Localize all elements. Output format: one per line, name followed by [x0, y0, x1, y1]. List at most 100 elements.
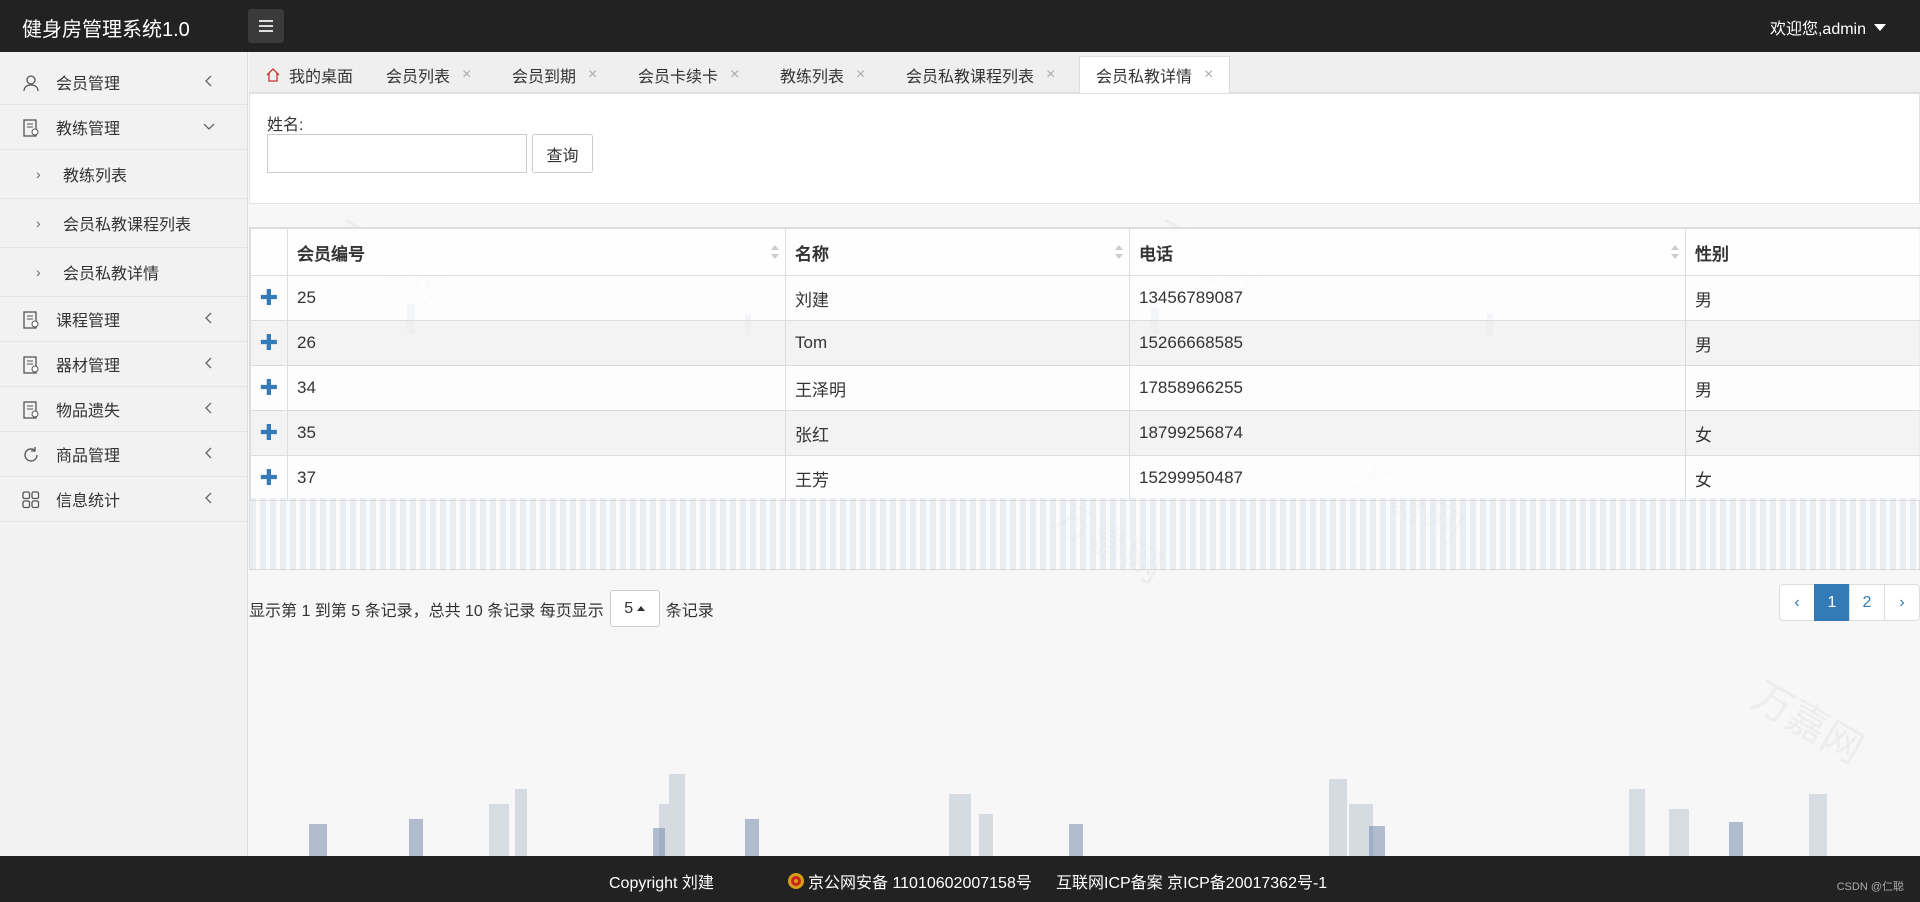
svg-text:万嘉网: 万嘉网	[1745, 674, 1871, 772]
tab-coach-list[interactable]: 教练列表 ×	[780, 56, 865, 93]
sidebar-subitem-private-course-list[interactable]: › 会员私教课程列表	[0, 199, 247, 248]
sidebar-item-coach[interactable]: 教练管理	[0, 105, 247, 150]
tab-label: 会员到期	[512, 68, 577, 86]
footer: Copyright 刘建 京公网安备 11010602007158号 互联网IC…	[0, 856, 1920, 902]
close-icon[interactable]: ×	[730, 66, 739, 84]
name-search-input[interactable]	[267, 134, 527, 173]
csdn-watermark: CSDN @仁聪	[1836, 881, 1904, 893]
expand-plus-icon[interactable]: ✚	[250, 275, 288, 321]
expand-plus-icon[interactable]: ✚	[250, 320, 288, 366]
table-row: ✚ 34 王泽明 17858966255 男	[250, 365, 1920, 411]
sort-icon	[771, 245, 779, 259]
police-record-text: 京公网安备 11010602007158号	[808, 875, 1032, 892]
table-row: ✚ 35 张红 18799256874 女	[250, 410, 1920, 456]
close-icon[interactable]: ×	[588, 66, 597, 84]
sidebar-item-goods[interactable]: 商品管理	[0, 432, 247, 477]
menu-toggle-button[interactable]	[248, 9, 284, 43]
document-icon	[23, 401, 39, 419]
cell-gender: 男	[1685, 275, 1920, 321]
tab-card-renew[interactable]: 会员卡续卡 ×	[638, 56, 739, 93]
sort-icon	[1115, 245, 1123, 259]
tab-member-expire[interactable]: 会员到期 ×	[512, 56, 597, 93]
search-button[interactable]: 查询	[532, 134, 593, 173]
tab-label: 我的桌面	[289, 68, 354, 86]
next-page-button[interactable]: ›	[1884, 584, 1920, 621]
sidebar-item-label: 教练管理	[56, 121, 121, 138]
sidebar-item-label: 物品遗失	[56, 403, 121, 420]
cell-gender: 女	[1685, 410, 1920, 456]
member-table: 会员编号 名称 电话 性别 ✚ 25 刘建 13456789087 男 ✚ 26…	[250, 228, 1920, 501]
user-icon	[23, 75, 39, 92]
sidebar-item-equipment[interactable]: 器材管理	[0, 342, 247, 387]
expand-plus-icon[interactable]: ✚	[250, 410, 288, 456]
tab-desktop[interactable]: 我的桌面	[265, 56, 353, 93]
tab-private-detail[interactable]: 会员私教详情 ×	[1079, 56, 1231, 93]
expand-plus-icon[interactable]: ✚	[250, 365, 288, 411]
document-icon	[23, 119, 39, 137]
column-header-phone[interactable]: 电话	[1129, 228, 1686, 276]
document-icon	[23, 311, 39, 329]
cell-name: 王泽明	[785, 365, 1130, 411]
cell-phone: 15266668585	[1129, 320, 1686, 366]
copyright-text: Copyright 刘建	[609, 875, 714, 892]
close-icon[interactable]: ×	[462, 66, 471, 84]
chevron-left-icon	[205, 447, 212, 459]
cell-phone: 18799256874	[1129, 410, 1686, 456]
top-bar: 健身房管理系统1.0 欢迎您,admin	[0, 0, 1920, 52]
chevron-right-icon: ›	[36, 215, 41, 231]
cell-name: 刘建	[785, 275, 1130, 321]
sidebar-item-statistics[interactable]: 信息统计	[0, 477, 247, 522]
column-header-name[interactable]: 名称	[785, 228, 1130, 276]
chevron-left-icon	[205, 357, 212, 369]
sidebar-item-member[interactable]: 会员管理	[0, 60, 247, 105]
sidebar-item-course[interactable]: 课程管理	[0, 297, 247, 342]
sidebar-item-label: 商品管理	[56, 448, 121, 465]
sidebar-subitem-label: 会员私教课程列表	[63, 217, 192, 234]
cell-name: Tom	[785, 320, 1130, 366]
caret-up-icon	[637, 606, 646, 611]
tab-label: 会员列表	[386, 68, 451, 86]
sidebar-item-label: 信息统计	[56, 493, 121, 510]
document-icon	[23, 356, 39, 374]
caret-down-icon	[1874, 23, 1886, 31]
cell-phone: 13456789087	[1129, 275, 1686, 321]
table-header-row: 会员编号 名称 电话 性别	[250, 228, 1920, 276]
chevron-left-icon	[205, 402, 212, 414]
table-row: ✚ 25 刘建 13456789087 男	[250, 275, 1920, 321]
search-label: 姓名:	[267, 117, 304, 134]
table-bottom-decoration	[250, 498, 1919, 570]
chevron-left-icon	[205, 75, 212, 87]
sidebar-item-lost-items[interactable]: 物品遗失	[0, 387, 247, 432]
page-button-2[interactable]: 2	[1849, 584, 1885, 621]
member-table-container: 会员编号 名称 电话 性别 ✚ 25 刘建 13456789087 男 ✚ 26…	[249, 227, 1920, 570]
chevron-left-icon	[205, 492, 212, 504]
police-record[interactable]: 京公网安备 11010602007158号	[786, 869, 1032, 893]
icp-record[interactable]: 互联网ICP备案 京ICP备20017362号-1	[1056, 869, 1327, 893]
page-size-dropdown[interactable]: 5	[609, 590, 660, 627]
sidebar-subitem-coach-list[interactable]: › 教练列表	[0, 150, 247, 199]
sort-icon	[1671, 245, 1679, 259]
expand-plus-icon[interactable]: ✚	[250, 455, 288, 501]
refresh-icon	[24, 447, 38, 462]
column-header-member-id[interactable]: 会员编号	[287, 228, 786, 276]
column-header-gender[interactable]: 性别	[1685, 228, 1920, 276]
sidebar-subitem-label: 教练列表	[63, 168, 128, 185]
tab-member-list[interactable]: 会员列表 ×	[386, 56, 471, 93]
cell-member-id: 25	[287, 275, 786, 321]
tab-private-course-list[interactable]: 会员私教课程列表 ×	[906, 56, 1055, 93]
cell-phone: 17858966255	[1129, 365, 1686, 411]
chevron-down-icon	[203, 123, 215, 130]
cell-member-id: 34	[287, 365, 786, 411]
sidebar-subitem-private-detail[interactable]: › 会员私教详情	[0, 248, 247, 297]
page-button-1[interactable]: 1	[1814, 584, 1850, 621]
pagination-info-text: 显示第 1 到第 5 条记录，总共 10 条记录 每页显示	[249, 602, 604, 620]
app-title[interactable]: 健身房管理系统1.0	[22, 13, 190, 42]
close-icon[interactable]: ×	[1204, 66, 1213, 84]
chevron-right-icon: ›	[36, 166, 41, 182]
cell-gender: 男	[1685, 320, 1920, 366]
close-icon[interactable]: ×	[1046, 66, 1055, 84]
close-icon[interactable]: ×	[856, 66, 865, 84]
police-badge-icon	[788, 873, 804, 889]
prev-page-button[interactable]: ‹	[1779, 584, 1815, 621]
user-menu[interactable]: 欢迎您,admin	[1770, 15, 1886, 39]
